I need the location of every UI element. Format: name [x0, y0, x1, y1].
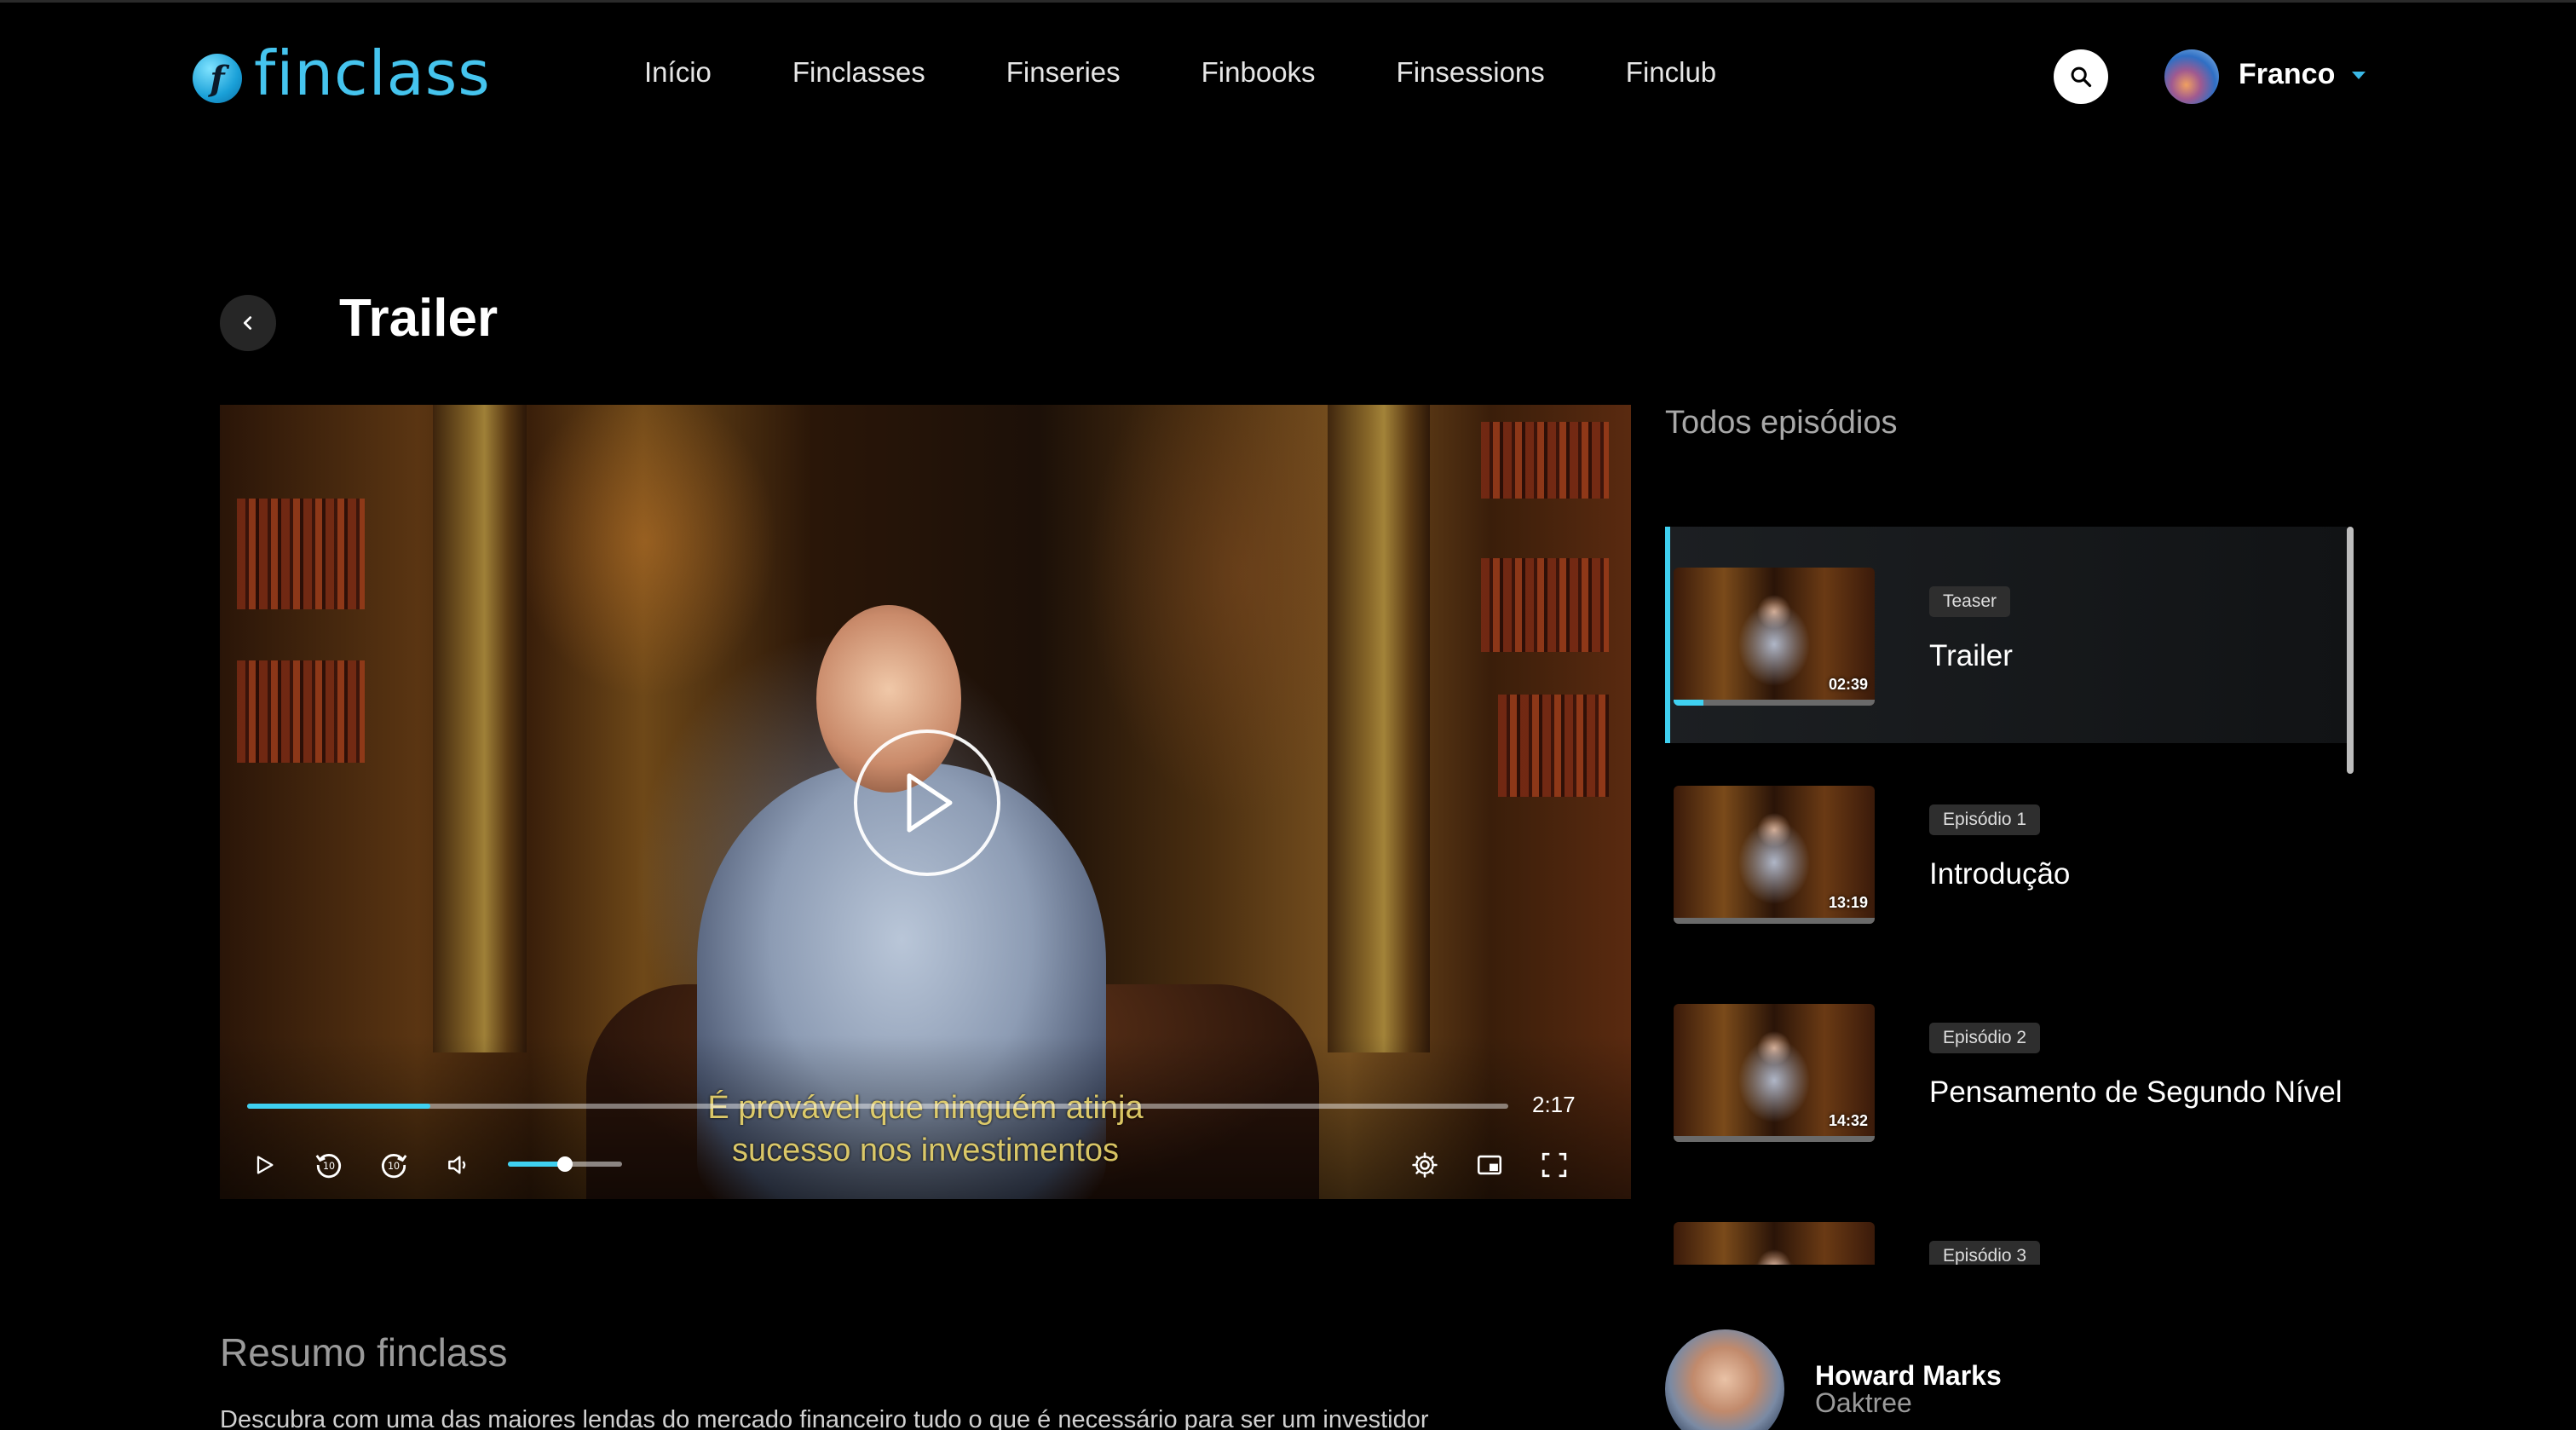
- picture-in-picture-icon: [1477, 1155, 1502, 1175]
- video-pillar-left: [433, 405, 527, 1052]
- play-button[interactable]: [245, 1146, 283, 1184]
- episode-title: Introdução: [1929, 857, 2071, 891]
- volume-button[interactable]: [440, 1146, 477, 1184]
- episode-duration: 02:39: [1828, 676, 1868, 693]
- video-bookshelf-left: [237, 499, 365, 609]
- author-organization: Oaktree: [1815, 1387, 1912, 1418]
- forward-10-button[interactable]: 10: [375, 1146, 412, 1184]
- forward-10-icon: 10: [381, 1154, 407, 1179]
- volume-icon: [448, 1156, 466, 1174]
- rewind-10-icon: 10: [315, 1154, 342, 1179]
- video-bookshelf-right-mid: [1481, 558, 1609, 652]
- episode-thumbnail[interactable]: 13:19: [1674, 786, 1875, 924]
- episode-thumbnail[interactable]: 14:32: [1674, 1004, 1875, 1142]
- back-button[interactable]: [220, 295, 276, 351]
- episode-badge: Episódio 2: [1929, 1023, 2041, 1053]
- logo-text: finclass: [254, 37, 491, 109]
- episode-item-trailer[interactable]: 02:39 Teaser Trailer: [1665, 527, 2347, 743]
- episode-badge: Episódio 1: [1929, 804, 2041, 835]
- episode-watch-progress: [1674, 1136, 1875, 1142]
- episode-watch-progress: [1674, 700, 1875, 706]
- time-remaining: 2:17: [1532, 1092, 1576, 1117]
- user-name[interactable]: Franco: [2239, 58, 2335, 91]
- fullscreen-button[interactable]: [1536, 1146, 1573, 1184]
- picture-in-picture-button[interactable]: [1471, 1146, 1508, 1184]
- volume-slider-knob[interactable]: [557, 1156, 573, 1172]
- video-bookshelf-right: [1481, 422, 1609, 499]
- finclass-logo[interactable]: f finclass: [193, 43, 491, 109]
- video-pillar-right: [1328, 405, 1430, 1052]
- video-progress-bar[interactable]: [247, 1104, 1508, 1109]
- gear-icon: [1412, 1152, 1438, 1178]
- author-avatar[interactable]: [1665, 1329, 1784, 1430]
- video-player[interactable]: É provável que ninguém atinja sucesso no…: [220, 405, 1631, 1199]
- page-title: Trailer: [339, 289, 498, 348]
- episode-duration: 13:19: [1828, 894, 1868, 911]
- search-button[interactable]: [2054, 49, 2108, 104]
- nav-item-finseries[interactable]: Finseries: [1006, 56, 1121, 89]
- episode-watch-progress: [1674, 918, 1875, 924]
- episode-badge: Episódio 3: [1929, 1241, 2041, 1265]
- play-small-icon: [256, 1156, 274, 1174]
- episode-thumbnail[interactable]: 02:39: [1674, 568, 1875, 706]
- chevron-down-icon[interactable]: [2352, 72, 2366, 79]
- video-bookshelf-left-lower: [237, 660, 365, 763]
- svg-text:10: 10: [388, 1161, 400, 1172]
- nav-item-inicio[interactable]: Início: [644, 56, 712, 89]
- svg-text:10: 10: [323, 1161, 335, 1172]
- logo-badge-icon: f: [193, 54, 242, 103]
- big-play-button[interactable]: [854, 729, 1000, 876]
- episode-item-2[interactable]: 14:32 Episódio 2 Pensamento de Segundo N…: [1665, 963, 2347, 1179]
- settings-button[interactable]: [1406, 1146, 1444, 1184]
- volume-slider[interactable]: [508, 1156, 622, 1172]
- nav-item-finclub[interactable]: Finclub: [1626, 56, 1716, 89]
- volume-slider-fill: [508, 1162, 565, 1167]
- video-progress-fill: [247, 1104, 430, 1109]
- user-avatar[interactable]: [2164, 49, 2219, 104]
- episodes-scrollbar[interactable]: [2347, 527, 2354, 774]
- main-nav: Início Finclasses Finseries Finbooks Fin…: [644, 56, 1797, 89]
- summary-text: Descubra com uma das maiores lendas do m…: [220, 1406, 1429, 1430]
- episode-item-1[interactable]: 13:19 Episódio 1 Introdução: [1665, 745, 2347, 961]
- nav-item-finsessions[interactable]: Finsessions: [1397, 56, 1545, 89]
- episode-duration: 14:32: [1828, 1112, 1868, 1129]
- nav-item-finclasses[interactable]: Finclasses: [792, 56, 925, 89]
- play-icon: [907, 773, 953, 833]
- episode-watch-progress-fill: [1674, 700, 1704, 706]
- episode-thumbnail[interactable]: [1674, 1222, 1875, 1265]
- nav-item-finbooks[interactable]: Finbooks: [1202, 56, 1316, 89]
- chevron-left-icon: [243, 316, 252, 330]
- video-bookshelf-right-lower: [1498, 695, 1609, 797]
- episode-badge: Teaser: [1929, 586, 2011, 617]
- search-icon: [2071, 66, 2092, 88]
- rewind-10-button[interactable]: 10: [310, 1146, 348, 1184]
- summary-heading: Resumo finclass: [220, 1330, 508, 1375]
- episode-title: Pensamento de Segundo Nível: [1929, 1075, 2343, 1109]
- episodes-list[interactable]: 02:39 Teaser Trailer 13:19 Episódio 1 In…: [1665, 527, 2355, 1265]
- fullscreen-icon: [1542, 1152, 1567, 1178]
- episode-item-3[interactable]: Episódio 3: [1665, 1181, 2347, 1265]
- window-top-border: [0, 0, 2576, 3]
- episode-title: Trailer: [1929, 639, 2013, 672]
- episodes-heading: Todos episódios: [1665, 405, 1898, 441]
